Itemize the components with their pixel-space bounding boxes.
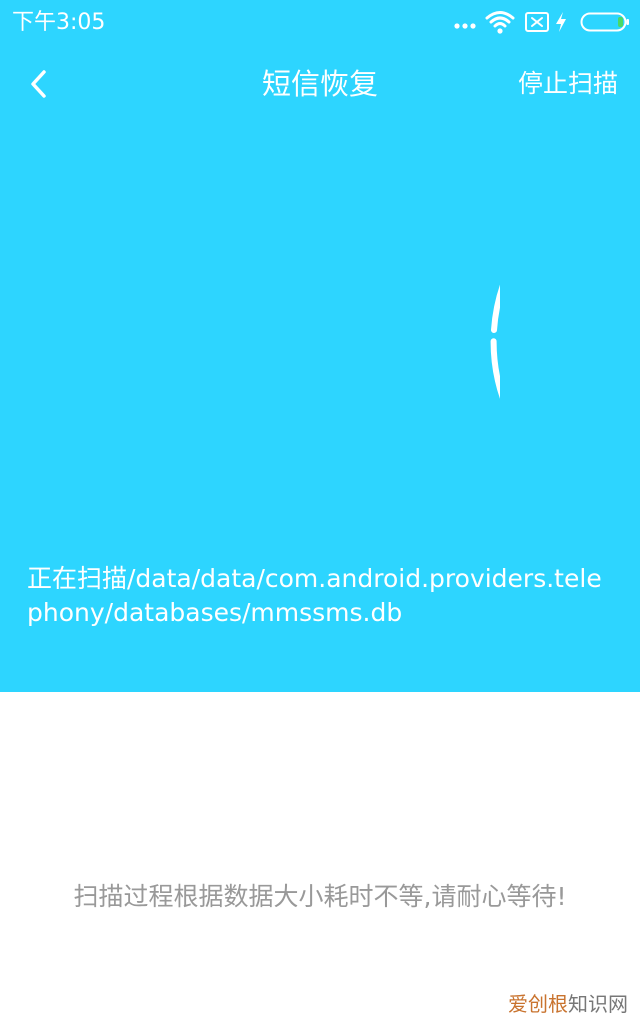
status-time: 下午3:05 [12, 10, 106, 35]
scan-progress-ring [490, 285, 500, 399]
charging-icon [556, 12, 566, 32]
scan-panel: 下午3:05 短信恢复 停止扫描 正在扫描/data/data/com.andr… [0, 0, 640, 692]
battery-icon [580, 12, 629, 32]
watermark: 爱创根知识网 [508, 992, 628, 1016]
nav-bar: 短信恢复 停止扫描 [0, 52, 640, 116]
scan-hint-text: 扫描过程根据数据大小耗时不等,请耐心等待! [73, 882, 567, 911]
chevron-left-icon [31, 70, 46, 98]
watermark-accent: 爱创根 [508, 992, 568, 1016]
sim-disabled-icon [525, 12, 549, 32]
scan-screen: 下午3:05 短信恢复 停止扫描 正在扫描/data/data/com.andr… [0, 0, 640, 1024]
wifi-icon [485, 11, 515, 34]
watermark-rest: 知识网 [568, 992, 628, 1016]
more-dots-icon [454, 23, 476, 29]
back-button[interactable] [18, 62, 62, 106]
status-bar: 下午3:05 [0, 0, 640, 44]
stop-scan-button[interactable]: 停止扫描 [518, 66, 618, 102]
scan-path-text: 正在扫描/data/data/com.android.providers.tel… [27, 564, 602, 627]
